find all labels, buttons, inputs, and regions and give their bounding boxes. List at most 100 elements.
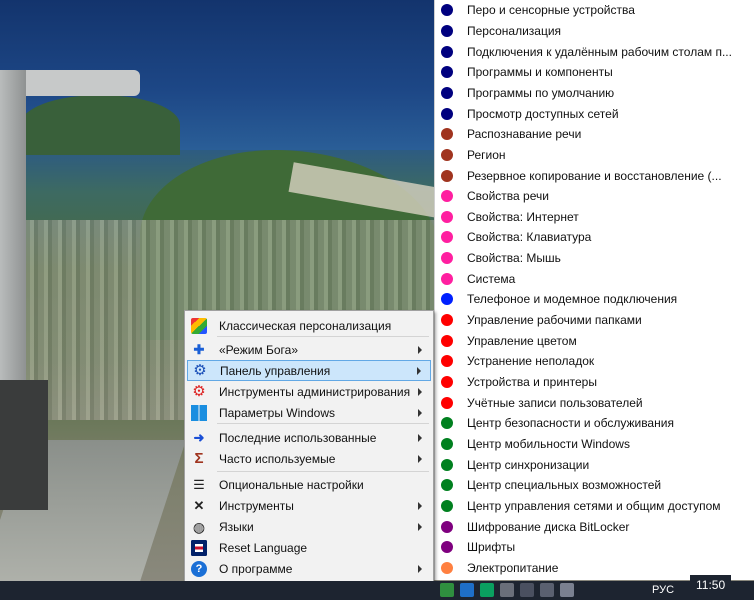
taskbar-app-icon[interactable] — [520, 583, 534, 597]
category-dot-icon — [441, 148, 453, 161]
submenu-item-label: Свойства: Интернет — [467, 209, 579, 224]
uk-flag-icon — [191, 539, 207, 556]
taskbar-app-icon[interactable] — [560, 583, 574, 597]
submenu-item[interactable]: Перо и сенсорные устройства — [435, 0, 754, 21]
category-dot-icon — [441, 252, 453, 265]
taskbar: РУС 11:50 — [0, 575, 754, 600]
taskbar-app-icon[interactable] — [460, 583, 474, 597]
submenu-item[interactable]: Шифрование диска BitLocker — [435, 516, 754, 537]
menu-separator — [217, 336, 429, 337]
submenu-item[interactable]: Устройства и принтеры — [435, 372, 754, 393]
taskbar-app-icon[interactable] — [480, 583, 494, 597]
menu-item[interactable]: ⚙ Панель управления — [187, 360, 431, 381]
submenu-item[interactable]: Программы по умолчанию — [435, 83, 754, 104]
submenu-item[interactable]: Программы и компоненты — [435, 62, 754, 83]
submenu-item[interactable]: Центр специальных возможностей — [435, 475, 754, 496]
menu-item[interactable]: ➜ Последние использованные — [187, 427, 431, 448]
taskbar-app-icon[interactable] — [440, 583, 454, 597]
chevron-right-icon — [418, 387, 422, 396]
sigma-icon: Σ — [194, 449, 204, 467]
category-dot-icon — [441, 396, 453, 409]
submenu-item[interactable]: Телефоное и модемное подключения — [435, 289, 754, 310]
category-dot-icon — [441, 293, 453, 306]
category-dot-icon — [441, 314, 453, 327]
submenu-item-label: Распознавание речи — [467, 127, 582, 142]
submenu-item[interactable]: Учётные записи пользователей — [435, 392, 754, 413]
chevron-right-icon — [418, 345, 422, 354]
submenu-item[interactable]: Центр мобильности Windows — [435, 434, 754, 455]
language-indicator[interactable]: РУС — [652, 584, 674, 596]
submenu-item-label: Электропитание — [467, 560, 559, 575]
submenu-item[interactable]: Управление рабочими папками — [435, 310, 754, 331]
taskbar-app-icon[interactable] — [500, 583, 514, 597]
submenu-item[interactable]: Свойства: Клавиатура — [435, 227, 754, 248]
submenu-item-label: Регион — [467, 147, 506, 162]
submenu-item[interactable]: Свойства: Интернет — [435, 207, 754, 228]
category-dot-icon — [441, 458, 453, 471]
submenu-item[interactable]: Устранение неполадок — [435, 351, 754, 372]
category-dot-icon — [441, 499, 453, 512]
menu-item-label: Часто используемые — [219, 451, 336, 466]
tools-icon: ✕ — [193, 497, 205, 513]
menu-item[interactable]: Reset Language — [187, 537, 431, 558]
submenu-item-label: Центр безопасности и обслуживания — [467, 416, 674, 431]
submenu-item[interactable]: Резервное копирование и восстановление (… — [435, 165, 754, 186]
submenu-item[interactable]: Управление цветом — [435, 330, 754, 351]
category-dot-icon — [441, 24, 453, 37]
menu-item-label: Панель управления — [220, 363, 331, 378]
submenu-item[interactable]: Регион — [435, 145, 754, 166]
submenu-item[interactable]: Подключения к удалённым рабочим столам п… — [435, 41, 754, 62]
submenu-item[interactable]: Центр синхронизации — [435, 454, 754, 475]
submenu-item[interactable]: Свойства: Мышь — [435, 248, 754, 269]
menu-item[interactable]: ✕ Инструменты — [187, 495, 431, 516]
submenu-item-label: Подключения к удалённым рабочим столам п… — [467, 44, 732, 59]
submenu-item-label: Телефоное и модемное подключения — [467, 292, 678, 307]
submenu-item-label: Управление рабочими папками — [467, 313, 642, 328]
category-dot-icon — [441, 272, 453, 285]
category-dot-icon — [441, 86, 453, 99]
gear-icon: ⚙ — [193, 361, 207, 379]
menu-item[interactable]: Σ Часто используемые — [187, 448, 431, 469]
personalization-icon — [191, 317, 207, 334]
category-dot-icon — [441, 107, 453, 120]
menu-item[interactable]: ◍ Языки — [187, 516, 431, 537]
menu-item[interactable]: ⚙ Инструменты администрирования — [187, 381, 431, 402]
category-dot-icon — [441, 45, 453, 58]
menu-item[interactable]: ✚ «Режим Бога» — [187, 339, 431, 360]
menu-item-label: Reset Language — [219, 540, 308, 555]
taskbar-app-icon[interactable] — [540, 583, 554, 597]
taskbar-clock[interactable]: 11:50 — [690, 575, 732, 596]
menu-item[interactable]: Параметры Windows — [187, 402, 431, 423]
menu-item-label: Языки — [219, 519, 254, 534]
context-menu: Классическая персонализация ✚ «Режим Бога»… — [184, 310, 434, 598]
submenu-item-label: Перо и сенсорные устройства — [467, 3, 635, 18]
submenu-item[interactable]: Свойства речи — [435, 186, 754, 207]
menu-item[interactable]: ☰ Опциональные настройки — [187, 474, 431, 495]
submenu-item[interactable]: Персонализация — [435, 21, 754, 42]
globe-icon: ◍ — [192, 518, 206, 535]
menu-item-label: Опциональные настройки — [219, 477, 364, 492]
plus-icon: ✚ — [193, 341, 205, 357]
chevron-right-icon — [418, 501, 422, 510]
category-dot-icon — [441, 128, 453, 141]
chevron-right-icon — [418, 564, 422, 573]
arrow-right-icon: ➜ — [193, 429, 205, 445]
admin-tools-icon: ⚙ — [192, 382, 206, 400]
submenu-item[interactable]: Просмотр доступных сетей — [435, 103, 754, 124]
menu-item[interactable]: ? О программе — [187, 558, 431, 579]
submenu-item[interactable]: Центр управления сетями и общим доступом — [435, 496, 754, 517]
submenu-item[interactable]: Распознавание речи — [435, 124, 754, 145]
help-icon: ? — [191, 560, 207, 577]
category-dot-icon — [441, 376, 453, 388]
menu-item[interactable]: Классическая персонализация — [187, 315, 431, 336]
submenu-item-label: Шифрование диска BitLocker — [467, 519, 630, 534]
category-dot-icon — [441, 355, 453, 368]
menu-item-label: Инструменты — [219, 498, 294, 513]
windows-settings-icon — [191, 404, 207, 421]
submenu-item[interactable]: Система — [435, 268, 754, 289]
category-dot-icon — [441, 561, 453, 574]
submenu-item-label: Программы по умолчанию — [467, 85, 615, 100]
category-dot-icon — [441, 210, 453, 223]
submenu-item[interactable]: Шрифты — [435, 537, 754, 558]
submenu-item[interactable]: Центр безопасности и обслуживания — [435, 413, 754, 434]
